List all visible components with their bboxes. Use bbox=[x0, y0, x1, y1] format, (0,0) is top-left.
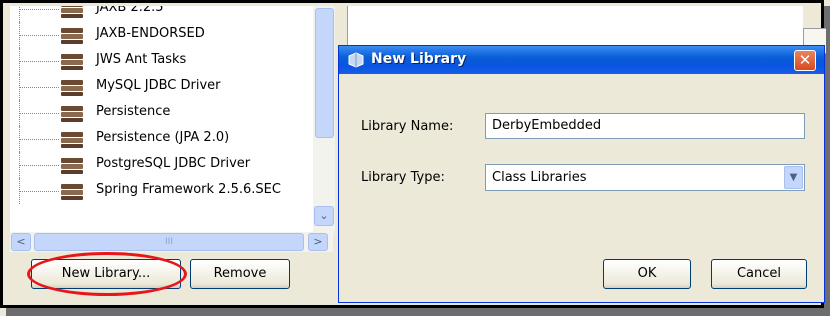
library-type-select[interactable]: Class Libraries ▼ bbox=[485, 164, 805, 191]
new-library-dialog: New Library ✕ Library Name: DerbyEmbedde… bbox=[338, 45, 825, 303]
list-item[interactable]: Persistence (JPA 2.0) bbox=[10, 126, 313, 152]
library-icon bbox=[61, 158, 83, 174]
library-list[interactable]: JAXB 2.2.5 JAXB-ENDORSED JWS Ant Tasks M… bbox=[10, 6, 314, 233]
list-item-label: JWS Ant Tasks bbox=[96, 52, 187, 67]
scroll-right-button[interactable]: > bbox=[308, 233, 328, 251]
list-item-label: Persistence bbox=[96, 104, 171, 119]
list-item[interactable]: PostgreSQL JDBC Driver bbox=[10, 152, 313, 178]
list-item[interactable]: JAXB 2.2.5 bbox=[10, 6, 313, 22]
dialog-title: New Library bbox=[371, 51, 467, 67]
scroll-down-button[interactable]: ⌄ bbox=[314, 206, 334, 226]
tree-line bbox=[19, 165, 59, 166]
cancel-button[interactable]: Cancel bbox=[711, 259, 807, 289]
dialog-titlebar[interactable]: New Library ✕ bbox=[339, 46, 824, 74]
vertical-scroll-thumb[interactable] bbox=[315, 8, 334, 138]
highlight-annotation bbox=[27, 252, 187, 296]
list-item-label: PostgreSQL JDBC Driver bbox=[96, 156, 251, 171]
scroll-left-button[interactable]: < bbox=[11, 233, 31, 251]
list-item-label: Persistence (JPA 2.0) bbox=[96, 130, 230, 145]
horizontal-scrollbar[interactable]: < III > bbox=[10, 232, 333, 252]
list-item[interactable]: Persistence bbox=[10, 100, 313, 126]
tree-line bbox=[19, 61, 59, 62]
list-item-label: JAXB 2.2.5 bbox=[96, 6, 164, 15]
library-icon bbox=[348, 52, 364, 68]
list-item-label: JAXB-ENDORSED bbox=[96, 26, 205, 41]
list-item-label: Spring Framework 2.5.6.SEC bbox=[96, 182, 281, 197]
library-icon bbox=[61, 80, 83, 96]
library-icon bbox=[61, 106, 83, 122]
library-icon bbox=[61, 184, 83, 200]
tree-line bbox=[19, 113, 59, 114]
list-item-label: MySQL JDBC Driver bbox=[96, 78, 221, 93]
list-item[interactable]: MySQL JDBC Driver bbox=[10, 74, 313, 100]
ok-button[interactable]: OK bbox=[603, 259, 691, 289]
library-name-label: Library Name: bbox=[361, 119, 454, 134]
close-button[interactable]: ✕ bbox=[794, 50, 816, 71]
library-type-label: Library Type: bbox=[361, 170, 445, 185]
library-icon bbox=[61, 6, 83, 18]
chevron-down-icon[interactable]: ▼ bbox=[784, 166, 803, 189]
library-name-input[interactable]: DerbyEmbedded bbox=[485, 113, 805, 139]
horizontal-scroll-thumb[interactable]: III bbox=[34, 233, 304, 251]
vertical-scrollbar[interactable]: ⌄ bbox=[313, 6, 335, 233]
library-type-value: Class Libraries bbox=[492, 170, 587, 185]
tree-line bbox=[19, 191, 59, 192]
list-item[interactable]: JWS Ant Tasks bbox=[10, 48, 313, 74]
tree-line bbox=[19, 35, 59, 36]
tree-line bbox=[19, 9, 59, 10]
library-icon bbox=[61, 54, 83, 70]
remove-button[interactable]: Remove bbox=[190, 259, 290, 289]
tree-line bbox=[19, 139, 59, 140]
screenshot-frame: JAXB 2.2.5 JAXB-ENDORSED JWS Ant Tasks M… bbox=[0, 0, 826, 308]
library-icon bbox=[61, 132, 83, 148]
list-item[interactable]: Spring Framework 2.5.6.SEC bbox=[10, 178, 313, 204]
tree-line bbox=[19, 87, 59, 88]
list-item[interactable]: JAXB-ENDORSED bbox=[10, 22, 313, 48]
library-icon bbox=[61, 28, 83, 44]
